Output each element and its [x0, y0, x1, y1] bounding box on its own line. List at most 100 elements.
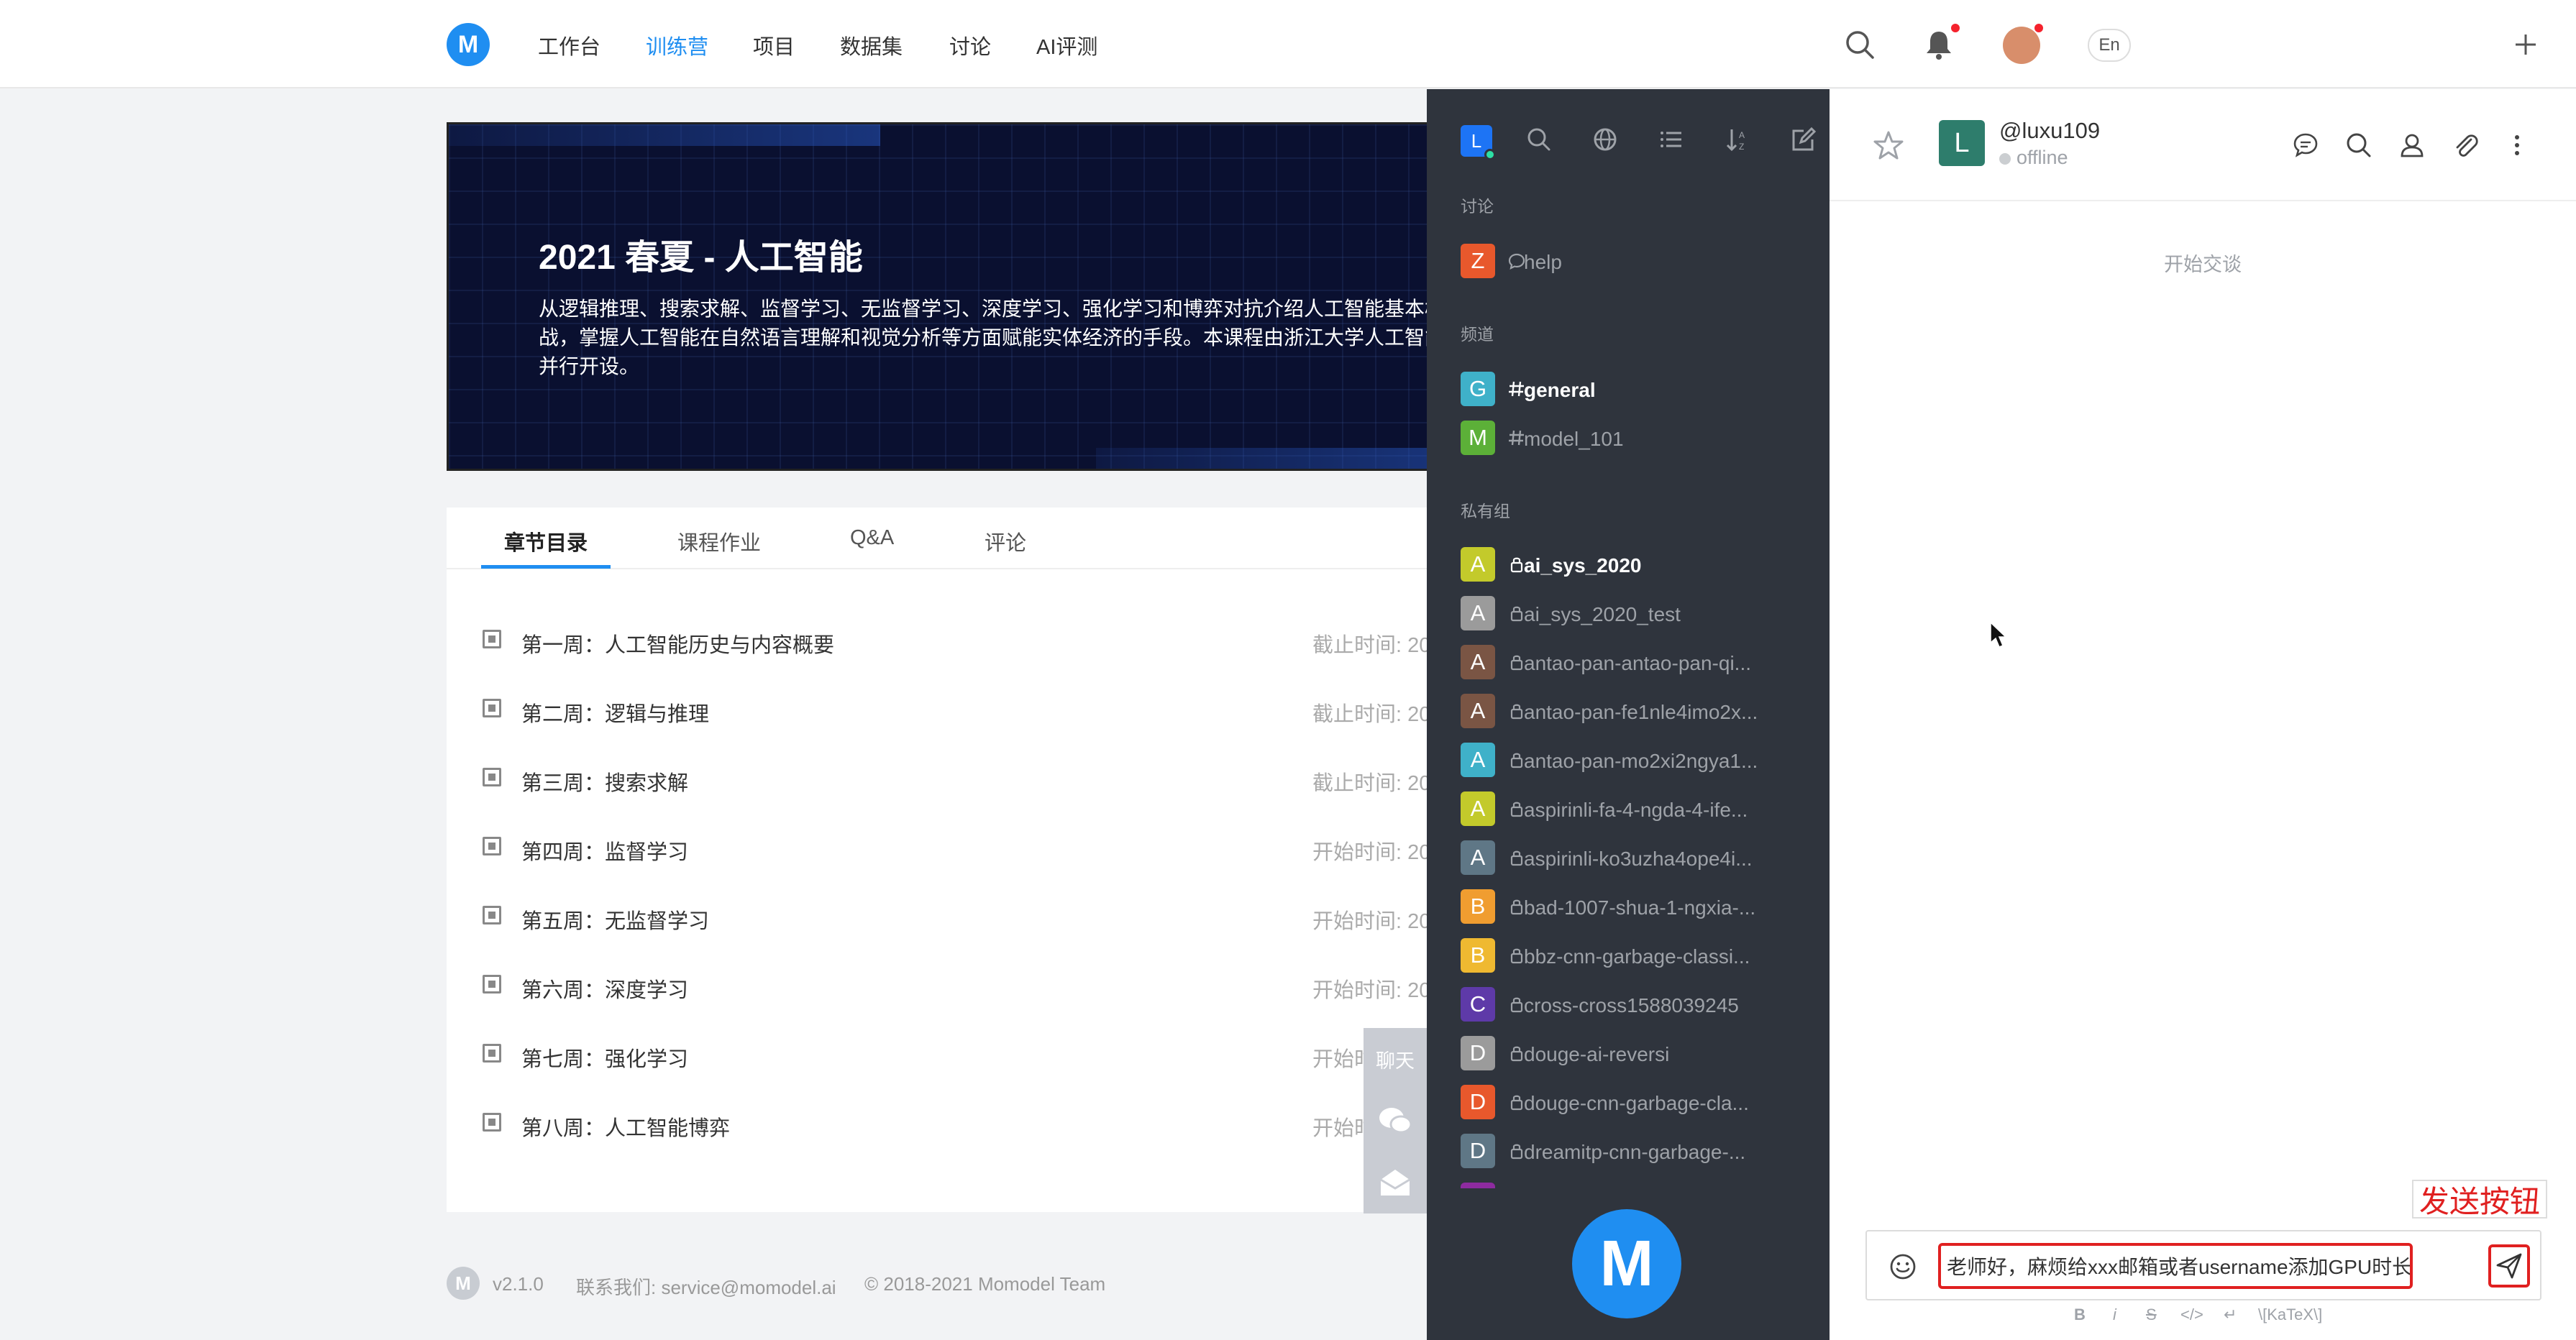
tab-qa[interactable]: Q&A: [850, 526, 894, 550]
nav-item-projects[interactable]: 项目: [753, 30, 795, 60]
momodel-logo[interactable]: M: [447, 23, 490, 66]
room-avatar: A: [1461, 645, 1495, 679]
sidebar-room-private-group[interactable]: Bbad-1007-shua-1-ngxia-...: [1461, 889, 1820, 927]
chapter-item[interactable]: 第四周：监督学习 开始时间: 2021/(: [483, 830, 1466, 866]
nav-item-workbench[interactable]: 工作台: [538, 30, 600, 60]
directory-globe-icon[interactable]: [1589, 124, 1621, 155]
mouse-cursor-icon: [1990, 621, 2006, 648]
sidebar-room-private-group[interactable]: Aai_sys_2020: [1461, 547, 1820, 584]
italic-format-button[interactable]: i: [2113, 1305, 2116, 1324]
section-private-groups: 私有组: [1461, 502, 1510, 520]
sidebar-room-private-group[interactable]: Aaspirinli-ko3uzha4ope4i...: [1461, 840, 1820, 878]
sort-icon[interactable]: AZ: [1722, 124, 1753, 155]
search-icon[interactable]: [2343, 129, 2375, 161]
chapter-title[interactable]: 第六周：深度学习: [521, 973, 688, 1004]
chapter-icon: [483, 837, 501, 855]
search-icon[interactable]: [1841, 26, 1878, 63]
tab-chapters[interactable]: 章节目录: [504, 526, 588, 556]
strike-format-button[interactable]: S: [2146, 1305, 2157, 1324]
contact-status: offline: [1999, 147, 2068, 169]
language-toggle-button[interactable]: En: [2088, 29, 2131, 62]
sidebar-room-private-group[interactable]: Aantao-pan-fe1nle4imo2x...: [1461, 694, 1820, 731]
sidebar-room-private-group[interactable]: Aai_sys_2020_test: [1461, 596, 1820, 633]
chapter-item[interactable]: 第二周：逻辑与推理 截止时间: 2021/(: [483, 692, 1466, 728]
chapter-item[interactable]: 第六周：深度学习 开始时间: 2021/(: [483, 968, 1466, 1004]
katex-format-button[interactable]: \[KaTeX\]: [2258, 1305, 2322, 1324]
user-info-icon[interactable]: [2396, 129, 2428, 161]
room-avatar: A: [1461, 547, 1495, 582]
emoji-icon[interactable]: [1887, 1251, 1919, 1282]
chapter-item[interactable]: 第三周：搜索求解 截止时间: 2021/(: [483, 761, 1466, 797]
discussion-icon[interactable]: [2290, 129, 2321, 161]
email-float-button[interactable]: [1364, 1152, 1427, 1213]
bold-format-button[interactable]: B: [2074, 1305, 2086, 1324]
star-icon[interactable]: [1873, 129, 1904, 161]
sidebar-room-help[interactable]: Z help: [1461, 244, 1820, 281]
create-new-icon[interactable]: [1788, 124, 1819, 155]
room-avatar: M: [1461, 421, 1495, 455]
status-text: offline: [2017, 147, 2068, 168]
sidebar-room-private-group[interactable]: Ddouge-ai-reversi: [1461, 1036, 1820, 1073]
chapter-title[interactable]: 第八周：人工智能博弈: [521, 1111, 730, 1142]
send-button-annotation: 发送按钮: [2412, 1180, 2548, 1219]
nav-item-training-camp[interactable]: 训练营: [646, 30, 708, 60]
display-list-icon[interactable]: [1655, 124, 1687, 155]
room-avatar: B: [1461, 938, 1495, 973]
chapter-item[interactable]: 第七周：强化学习 开始时间:: [483, 1037, 1453, 1073]
plus-icon[interactable]: [2507, 26, 2544, 63]
search-icon[interactable]: [1523, 124, 1555, 155]
footer-logo: M: [447, 1267, 480, 1300]
user-avatar[interactable]: [2003, 27, 2040, 64]
sidebar-room-model-101[interactable]: M model_101: [1461, 421, 1820, 458]
nav-item-ai-evaluation[interactable]: AI评测: [1036, 30, 1097, 60]
momodel-chat-logo: M: [1572, 1209, 1681, 1318]
version-text: v2.1.0: [493, 1273, 544, 1295]
chapter-title[interactable]: 第五周：无监督学习: [521, 904, 709, 935]
chat-main-panel: L @luxu109 offline 开始交谈 老师好，麻烦给xxx邮箱或者us…: [1830, 89, 2576, 1340]
chapter-item[interactable]: 第五周：无监督学习 开始时间: 2021/(: [483, 899, 1466, 935]
chapter-title[interactable]: 第七周：强化学习: [521, 1042, 688, 1073]
send-button[interactable]: [2488, 1244, 2530, 1288]
notification-bell-icon[interactable]: [1920, 26, 1958, 63]
code-format-button[interactable]: </>: [2180, 1305, 2203, 1324]
room-name: douge-cnn-garbage-cla...: [1524, 1092, 1749, 1114]
chapter-title[interactable]: 第一周：人工智能历史与内容概要: [521, 628, 834, 658]
newline-format-button[interactable]: ↵: [2224, 1305, 2237, 1324]
chapter-title[interactable]: 第三周：搜索求解: [521, 766, 688, 797]
nav-item-discussions[interactable]: 讨论: [949, 30, 991, 60]
svg-text:Z: Z: [1739, 142, 1744, 152]
kebab-menu-icon[interactable]: [2501, 129, 2533, 161]
tab-comments[interactable]: 评论: [985, 526, 1026, 556]
chapter-title[interactable]: 第四周：监督学习: [521, 835, 688, 866]
sidebar-room-private-group[interactable]: Ccross-cross1588039245: [1461, 987, 1820, 1024]
chapter-title[interactable]: 第二周：逻辑与推理: [521, 697, 709, 728]
chapter-icon: [483, 768, 501, 786]
sidebar-room-private-group[interactable]: Ddreamitp-cnn-garbage-...: [1461, 1134, 1820, 1171]
contact-link[interactable]: 联系我们: service@momodel.ai: [576, 1273, 836, 1300]
chapter-icon: [483, 1113, 501, 1132]
tab-assignments[interactable]: 课程作业: [677, 526, 761, 556]
contact-avatar[interactable]: L: [1939, 120, 1985, 166]
sidebar-room-private-group[interactable]: Ddouge-cnn-garbage-cla...: [1461, 1085, 1820, 1122]
message-input[interactable]: 老师好，麻烦给xxx邮箱或者username添加GPU时长: [1938, 1243, 2413, 1289]
room-name: ai_sys_2020: [1524, 554, 1642, 577]
course-content-card: 章节目录 课程作业 Q&A 评论 第一周：人工智能历史与内容概要 截止时间: 2…: [447, 508, 1466, 1212]
sidebar-room-general[interactable]: G general: [1461, 372, 1820, 409]
sidebar-room-private-group[interactable]: Aantao-pan-mo2xi2ngya1...: [1461, 743, 1820, 780]
wechat-float-button[interactable]: [1364, 1090, 1427, 1152]
online-status-dot: [1484, 149, 1496, 160]
sidebar-room-private-group[interactable]: Bbbz-cnn-garbage-classi...: [1461, 938, 1820, 976]
attachment-clip-icon[interactable]: [2449, 129, 2481, 161]
section-discussions: 讨论: [1461, 197, 1494, 216]
chat-float-button[interactable]: 聊天: [1364, 1028, 1427, 1090]
chapter-item[interactable]: 第一周：人工智能历史与内容概要 截止时间: 2021/(: [483, 623, 1466, 658]
nav-item-datasets[interactable]: 数据集: [840, 30, 903, 60]
contact-username[interactable]: @luxu109: [1999, 118, 2100, 144]
room-name: general: [1524, 379, 1596, 401]
sidebar-room-private-group[interactable]: Aantao-pan-antao-pan-qi...: [1461, 645, 1820, 682]
course-description: 从逻辑推理、搜索求解、监督学习、无监督学习、深度学习、强化学习和博弈对抗介绍人工…: [539, 298, 1445, 377]
room-name: douge-ai-reversi: [1524, 1043, 1670, 1065]
sidebar-room-private-group[interactable]: Aaspirinli-fa-4-ngda-4-ife...: [1461, 791, 1820, 829]
room-name: model_101: [1524, 428, 1624, 450]
chapter-item[interactable]: 第八周：人工智能博弈 开始时间:: [483, 1106, 1453, 1142]
